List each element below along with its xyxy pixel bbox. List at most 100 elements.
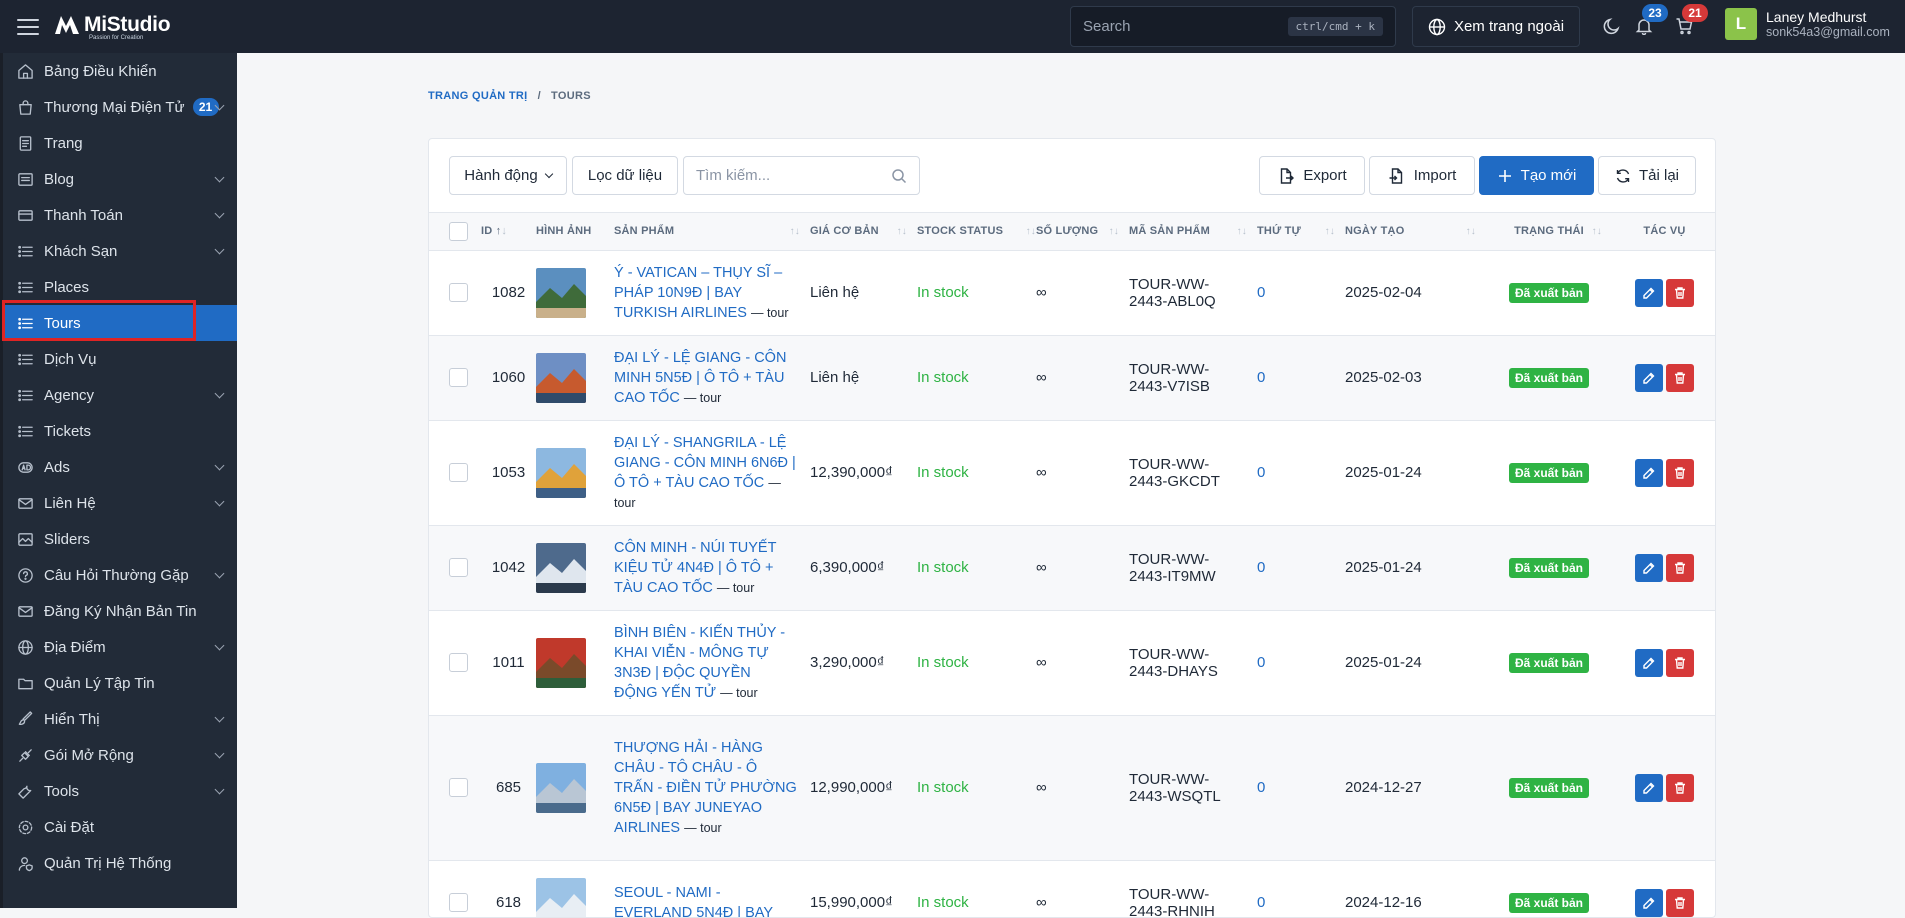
edit-button[interactable]	[1635, 649, 1663, 677]
sidebar-item-cai-dat[interactable]: Cài Đặt	[3, 809, 237, 845]
edit-icon	[1642, 466, 1656, 480]
sidebar-item-khach-san[interactable]: Khách Sạn	[3, 233, 237, 269]
dark-mode-icon[interactable]	[1600, 14, 1624, 38]
sidebar-item-goi-mo-rong[interactable]: Gói Mở Rộng	[3, 737, 237, 773]
column-header-id[interactable]: ID ↑↓	[481, 213, 536, 250]
table-row[interactable]: 1042CÔN MINH - NÚI TUYẾT KIỆU TỬ 4N4Đ | …	[429, 525, 1716, 610]
sidebar-item-dich-vu[interactable]: Dịch Vụ	[3, 341, 237, 377]
row-checkbox[interactable]	[449, 653, 468, 672]
column-header-qty[interactable]: SỐ LƯỢNG↑↓	[1036, 213, 1129, 250]
row-checkbox[interactable]	[449, 283, 468, 302]
select-all-checkbox[interactable]	[449, 222, 468, 241]
column-header-product[interactable]: SẢN PHẨM↑↓	[614, 213, 810, 250]
sidebar-item-dang-ky-nhan-ban-tin[interactable]: Đăng Ký Nhận Bản Tin	[3, 593, 237, 629]
column-header-stock[interactable]: STOCK STATUS↑↓	[917, 213, 1036, 250]
delete-button[interactable]	[1666, 774, 1694, 802]
row-order[interactable]: 0	[1257, 335, 1345, 420]
row-order[interactable]: 0	[1257, 715, 1345, 860]
mail-icon	[16, 494, 34, 512]
column-header-created[interactable]: NGÀY TẠO↑↓	[1345, 213, 1486, 250]
delete-button[interactable]	[1666, 889, 1694, 917]
column-header-price[interactable]: GIÁ CƠ BẢN↑↓	[810, 213, 917, 250]
row-checkbox[interactable]	[449, 368, 468, 387]
delete-button[interactable]	[1666, 364, 1694, 392]
table-row[interactable]: 1053ĐẠI LÝ - SHANGRILA - LỆ GIANG - CÔN …	[429, 420, 1716, 525]
tour-thumbnail[interactable]	[536, 878, 586, 918]
row-order[interactable]: 0	[1257, 610, 1345, 715]
menu-toggle-icon[interactable]	[17, 19, 39, 35]
product-link[interactable]: BÌNH BIÊN - KIẾN THỦY - KHAI VIỄN - MÔNG…	[614, 625, 785, 701]
delete-button[interactable]	[1666, 459, 1694, 487]
delete-button[interactable]	[1666, 649, 1694, 677]
reload-button[interactable]: Tải lại	[1598, 156, 1696, 195]
row-checkbox[interactable]	[449, 893, 468, 912]
edit-button[interactable]	[1635, 364, 1663, 392]
column-header-status[interactable]: TRẠNG THÁI↑↓	[1486, 213, 1612, 250]
row-quantity: ∞	[1036, 250, 1129, 335]
export-button[interactable]: Export	[1259, 156, 1365, 195]
sidebar-item-trang[interactable]: Trang	[3, 125, 237, 161]
sidebar-item-bang-dieu-khien[interactable]: Bảng Điều Khiển	[3, 53, 237, 89]
sidebar-item-tickets[interactable]: Tickets	[3, 413, 237, 449]
edit-button[interactable]	[1635, 774, 1663, 802]
tour-thumbnail[interactable]	[536, 353, 586, 403]
create-button[interactable]: Tạo mới	[1479, 156, 1594, 195]
cart-button[interactable]: 21	[1672, 14, 1696, 38]
tour-thumbnail[interactable]	[536, 448, 586, 498]
table-row[interactable]: 618SEOUL - NAMI - EVERLAND 5N4Đ | BAY 15…	[429, 860, 1716, 918]
sidebar-item-lien-he[interactable]: Liên Hệ	[3, 485, 237, 521]
row-order[interactable]: 0	[1257, 525, 1345, 610]
sidebar-item-thanh-toan[interactable]: Thanh Toán	[3, 197, 237, 233]
product-type: — tour	[684, 821, 722, 835]
chevron-down-icon	[215, 497, 225, 507]
tour-thumbnail[interactable]	[536, 638, 586, 688]
sidebar-item-ads[interactable]: Ads	[3, 449, 237, 485]
sidebar-item-tools[interactable]: Tools	[3, 773, 237, 809]
table-row[interactable]: 1011BÌNH BIÊN - KIẾN THỦY - KHAI VIỄN - …	[429, 610, 1716, 715]
row-checkbox[interactable]	[449, 778, 468, 797]
breadcrumb-root-link[interactable]: TRANG QUẢN TRỊ	[428, 90, 528, 102]
user-menu[interactable]: L Laney Medhurst sonk54a3@gmail.com	[1725, 8, 1890, 40]
sidebar-item-agency[interactable]: Agency	[3, 377, 237, 413]
sidebar-item-cau-hoi-thuong-gap[interactable]: Câu Hỏi Thường Gặp	[3, 557, 237, 593]
sidebar-item-places[interactable]: Places	[3, 269, 237, 305]
sidebar-item-thuong-mai-dien-tu[interactable]: Thương Mại Điện Tử21	[3, 89, 237, 125]
sidebar-item-quan-tri-he-thong[interactable]: Quản Trị Hệ Thống	[3, 845, 237, 881]
table-row[interactable]: 1082Ý - VATICAN – THỤY SĨ – PHÁP 10N9Đ |…	[429, 250, 1716, 335]
table-row[interactable]: 685THƯỢNG HẢI - HÀNG CHÂU - TÔ CHÂU - Ô …	[429, 715, 1716, 860]
tour-thumbnail[interactable]	[536, 763, 586, 813]
edit-button[interactable]	[1635, 279, 1663, 307]
row-order[interactable]: 0	[1257, 860, 1345, 918]
sidebar-item-tours[interactable]: Tours	[3, 305, 237, 341]
sidebar-item-hien-thi[interactable]: Hiển Thị	[3, 701, 237, 737]
sidebar-count-badge: 21	[193, 98, 219, 116]
import-button[interactable]: Import	[1369, 156, 1475, 195]
filter-button[interactable]: Lọc dữ liệu	[572, 156, 678, 195]
global-search-input[interactable]: Search ctrl/cmd + k	[1070, 6, 1396, 47]
edit-button[interactable]	[1635, 554, 1663, 582]
table-search-input[interactable]: Tìm kiếm...	[683, 156, 920, 195]
table-row[interactable]: 1060ĐẠI LÝ - LỆ GIANG - CÔN MINH 5N5Đ | …	[429, 335, 1716, 420]
notifications-button[interactable]: 23	[1632, 14, 1656, 38]
brand-logo[interactable]: MiStudio Passion for Creation	[53, 13, 170, 41]
row-checkbox[interactable]	[449, 463, 468, 482]
view-site-button[interactable]: Xem trang ngoài	[1412, 6, 1580, 47]
sidebar-item-blog[interactable]: Blog	[3, 161, 237, 197]
product-link[interactable]: SEOUL - NAMI - EVERLAND 5N4Đ | BAY	[614, 885, 773, 918]
user-shield-icon	[16, 854, 34, 872]
sidebar-item-sliders[interactable]: Sliders	[3, 521, 237, 557]
bulk-actions-dropdown[interactable]: Hành động	[449, 156, 567, 195]
column-header-sku[interactable]: MÃ SẢN PHẨM↑↓	[1129, 213, 1257, 250]
edit-button[interactable]	[1635, 889, 1663, 917]
tour-thumbnail[interactable]	[536, 268, 586, 318]
delete-button[interactable]	[1666, 554, 1694, 582]
row-checkbox[interactable]	[449, 558, 468, 577]
sidebar-item-dia-diem[interactable]: Địa Điểm	[3, 629, 237, 665]
edit-button[interactable]	[1635, 459, 1663, 487]
delete-button[interactable]	[1666, 279, 1694, 307]
tour-thumbnail[interactable]	[536, 543, 586, 593]
sidebar-item-quan-ly-tap-tin[interactable]: Quản Lý Tập Tin	[3, 665, 237, 701]
column-header-order[interactable]: THỨ TỰ↑↓	[1257, 213, 1345, 250]
row-order[interactable]: 0	[1257, 420, 1345, 525]
row-order[interactable]: 0	[1257, 250, 1345, 335]
